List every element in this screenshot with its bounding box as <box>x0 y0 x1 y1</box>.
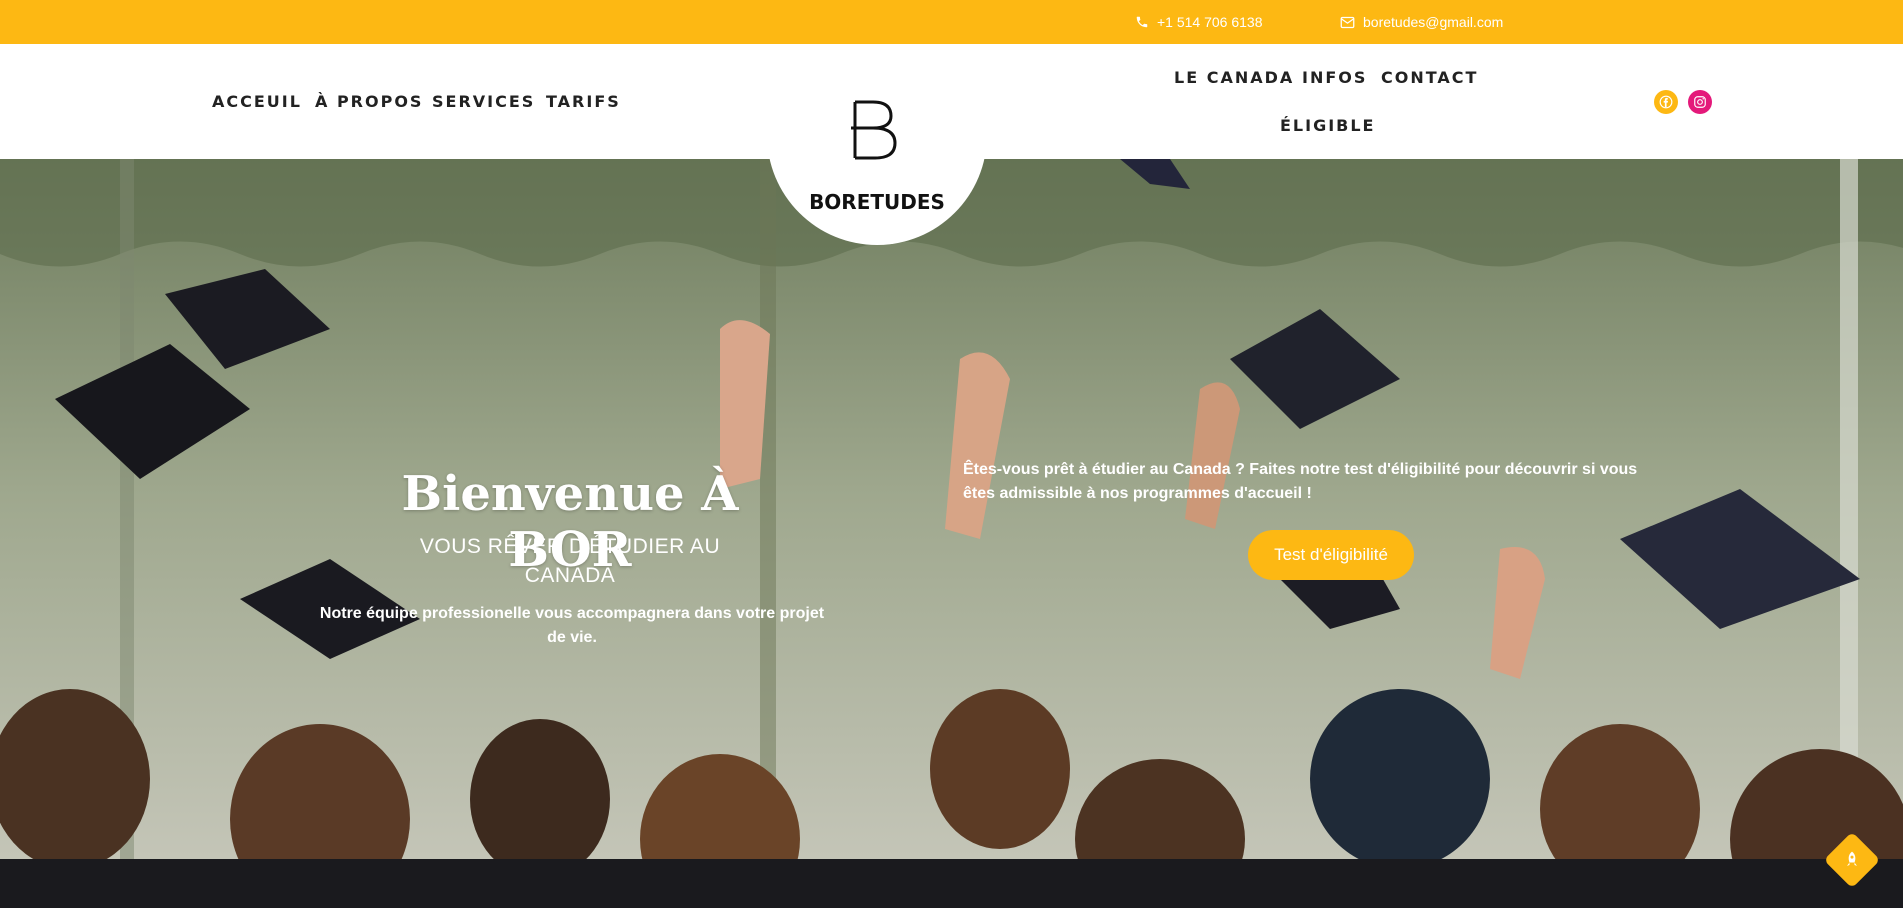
nav-item-acceuil[interactable]: ACCEUIL <box>212 92 302 111</box>
phone-number[interactable]: +1 514 706 6138 <box>1157 14 1263 30</box>
nav-item-contact[interactable]: CONTACT <box>1381 68 1478 87</box>
nav-item-tarifs[interactable]: TARIFS <box>546 92 621 111</box>
nav-item-eligible[interactable]: ÉLIGIBLE <box>1280 116 1375 135</box>
facebook-icon[interactable] <box>1654 90 1678 114</box>
nav-item-le-canada[interactable]: LE CANADA <box>1174 68 1294 87</box>
hero-description: Notre équipe professionelle vous accompa… <box>319 605 825 646</box>
top-bar: +1 514 706 6138 boretudes@gmail.com <box>0 0 1903 44</box>
rocket-icon <box>1847 851 1857 866</box>
phone-icon <box>1136 16 1148 28</box>
eligibility-test-button[interactable]: Test d'éligibilité <box>1248 530 1414 580</box>
phone-info[interactable]: +1 514 706 6138 <box>1135 0 1263 44</box>
nav-item-infos[interactable]: INFOS <box>1302 68 1367 87</box>
letter-b-logo[interactable] <box>845 96 901 164</box>
email-info[interactable]: boretudes@gmail.com <box>1340 0 1503 44</box>
hero-section: Bienvenue À BOR <box>0 159 1903 908</box>
eligibility-text: Êtes-vous prêt à étudier au Canada ? Fai… <box>963 461 1638 502</box>
graduation-photo <box>0 159 1903 908</box>
brand-name[interactable]: BORETUDES <box>767 190 987 214</box>
envelope-icon <box>1340 16 1355 28</box>
nav-item-services[interactable]: SERVICES <box>432 92 535 111</box>
hero-subtitle: VOUS RÊVER D'ÉTUDIER AU CANADA <box>419 535 721 587</box>
nav-item-a-propos[interactable]: À PROPOS <box>315 92 423 111</box>
instagram-icon[interactable] <box>1688 90 1712 114</box>
email-address[interactable]: boretudes@gmail.com <box>1363 14 1503 30</box>
